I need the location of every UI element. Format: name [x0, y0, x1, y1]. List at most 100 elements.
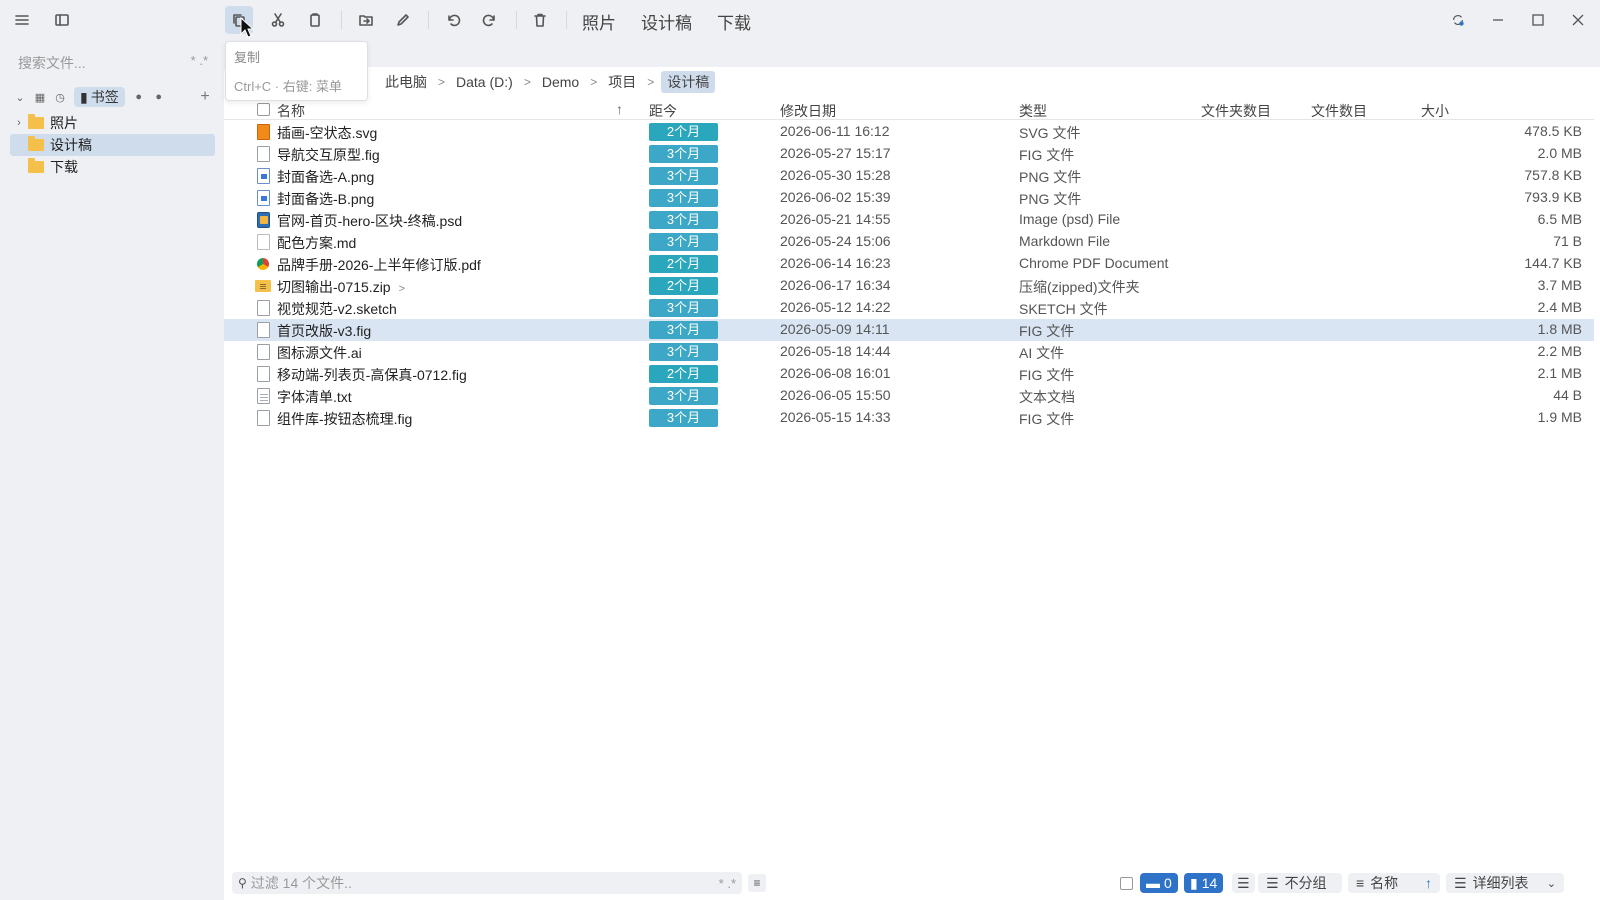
checkbox-icon[interactable]: [1120, 876, 1133, 890]
table-row[interactable]: 封面备选-B.png 3个月 2026-06-02 15:39 PNG 文件 793.9…: [224, 187, 1594, 209]
move-to-folder-button[interactable]: [352, 6, 380, 34]
table-row[interactable]: 组件库-按钮态梳理.fig 3个月 2026-05-15 14:33 FIG 文件 1.…: [224, 407, 1594, 429]
undo-button[interactable]: [439, 6, 467, 34]
file-name[interactable]: 插画-空状态.svg: [277, 123, 377, 143]
file-name[interactable]: 图标源文件.ai: [277, 343, 362, 363]
breadcrumb-current[interactable]: 设计稿: [661, 71, 716, 93]
column-header-size[interactable]: 大小: [1421, 101, 1449, 121]
sort-direction-icon[interactable]: ↑: [1425, 875, 1432, 891]
minimize-button[interactable]: [1484, 6, 1512, 34]
column-header-name[interactable]: 名称: [277, 101, 305, 121]
file-name[interactable]: 导航交互原型.fig: [277, 145, 380, 165]
select-mode-toggle[interactable]: [1120, 872, 1133, 894]
table-row[interactable]: 官网-首页-hero-区块-终稿.psd 3个月 2026-05-21 14:55 I…: [224, 209, 1594, 231]
table-row[interactable]: 移动端-列表页-高保真-0712.fig 2个月 2026-06-08 16:01 F…: [224, 363, 1594, 385]
quick-tab-design[interactable]: 设计稿: [641, 9, 692, 34]
expand-chevron-icon[interactable]: ›: [10, 117, 28, 129]
file-name[interactable]: 切图输出-0715.zip >: [277, 277, 405, 297]
table-row[interactable]: 配色方案.md 3个月 2026-05-24 15:06 Markdown File 7…: [224, 231, 1594, 253]
sync-status-icon[interactable]: [1444, 6, 1472, 34]
delete-button[interactable]: [526, 6, 554, 34]
file-name-text: 字体清单.txt: [277, 389, 352, 405]
table-row[interactable]: 封面备选-A.png 3个月 2026-05-30 15:28 PNG 文件 757.8…: [224, 165, 1594, 187]
filter-wildcard-toggle[interactable]: * .*: [719, 876, 736, 891]
file-type: Image (psd) File: [1019, 211, 1121, 227]
file-name[interactable]: 视觉规范-v2.sketch: [277, 299, 397, 319]
recent-clock-icon[interactable]: ◷: [50, 87, 70, 107]
collapse-chevron-icon[interactable]: ⌄: [10, 87, 30, 107]
file-name[interactable]: 封面备选-A.png: [277, 167, 374, 187]
select-all-checkbox[interactable]: [257, 103, 270, 116]
close-button[interactable]: [1564, 6, 1592, 34]
column-settings-button[interactable]: ☰: [1232, 872, 1255, 894]
image-file-icon: [257, 190, 270, 206]
group-by-button[interactable]: ☰ 不分组: [1258, 872, 1342, 894]
file-name[interactable]: 移动端-列表页-高保真-0712.fig: [277, 365, 467, 385]
rename-button[interactable]: [389, 6, 417, 34]
table-row[interactable]: 导航交互原型.fig 3个月 2026-05-27 15:17 FIG 文件 2.0 M…: [224, 143, 1594, 165]
breadcrumb-item[interactable]: 此电脑: [381, 72, 431, 92]
sidebar-toolbar: ⌄ ▦ ◷ ▮ 书签 ● ● +: [10, 86, 215, 108]
table-row[interactable]: 切图输出-0715.zip >2个月 2026-06-17 16:34 压缩(zipp…: [224, 275, 1594, 297]
pin-icon[interactable]: ●: [149, 87, 169, 107]
menu-icon[interactable]: [8, 6, 36, 34]
quick-tab-photos[interactable]: 照片: [582, 9, 616, 34]
search-wildcard-toggle[interactable]: * .*: [191, 53, 208, 73]
grid-view-icon[interactable]: ▦: [30, 87, 50, 107]
file-type: 压缩(zipped)文件夹: [1019, 279, 1140, 295]
breadcrumb-item[interactable]: Demo: [538, 74, 583, 90]
file-table-body: 插画-空状态.svg 2个月 2026-06-11 16:12 SVG 文件 478.5…: [224, 121, 1594, 429]
chevron-right-icon[interactable]: >: [399, 283, 405, 295]
file-name[interactable]: 字体清单.txt: [277, 387, 352, 407]
breadcrumb-item[interactable]: Data (D:): [452, 74, 517, 90]
filter-input[interactable]: 过滤 14 个文件..: [251, 873, 707, 893]
sort-by-button[interactable]: ≡ 名称 ↑: [1348, 872, 1440, 894]
list-options-icon[interactable]: ≡: [748, 874, 766, 892]
bookmarks-tab[interactable]: ▮ 书签: [74, 87, 125, 107]
table-row[interactable]: 图标源文件.ai 3个月 2026-05-18 14:44 AI 文件 2.2 MB: [224, 341, 1594, 363]
file-name[interactable]: 品牌手册-2026-上半年修订版.pdf: [277, 255, 481, 275]
breadcrumb-item[interactable]: 项目: [604, 72, 640, 92]
file-name-text: 插画-空状态.svg: [277, 125, 378, 141]
view-list-icon: ☰: [1454, 874, 1467, 891]
age-badge: 3个月: [649, 343, 718, 361]
column-header-folder-count[interactable]: 文件夹数目: [1201, 101, 1271, 121]
tree-item-photos[interactable]: › 照片: [10, 112, 215, 134]
toggle-sidebar-icon[interactable]: [48, 6, 76, 34]
filter-box[interactable]: ⚲ 过滤 14 个文件.. * .*: [232, 872, 742, 894]
table-row[interactable]: 品牌手册-2026-上半年修订版.pdf 2个月 2026-06-14 16:23 C…: [224, 253, 1594, 275]
paste-button[interactable]: [301, 6, 329, 34]
folder-count-badge[interactable]: ▬ 0: [1140, 872, 1178, 894]
file-name[interactable]: 配色方案.md: [277, 233, 356, 253]
file-size: 2.2 MB: [1537, 343, 1582, 359]
file-icon: [257, 410, 270, 426]
quick-tab-downloads[interactable]: 下载: [717, 9, 751, 34]
table-row[interactable]: 插画-空状态.svg 2个月 2026-06-11 16:12 SVG 文件 478.5…: [224, 121, 1594, 143]
table-row[interactable]: 视觉规范-v2.sketch 3个月 2026-05-12 14:22 SKETCH …: [224, 297, 1594, 319]
sidebar-search-input[interactable]: 搜索文件...: [18, 53, 181, 73]
file-name[interactable]: 封面备选-B.png: [277, 189, 374, 209]
column-header-file-count[interactable]: 文件数目: [1311, 101, 1367, 121]
maximize-button[interactable]: [1524, 6, 1552, 34]
sort-ascending-icon[interactable]: ↑: [616, 101, 623, 117]
tree-item-label: 设计稿: [50, 137, 92, 153]
file-count-badge[interactable]: ▮ 14: [1184, 872, 1224, 894]
file-name[interactable]: 官网-首页-hero-区块-终稿.psd: [277, 211, 462, 231]
column-header-age[interactable]: 距今: [649, 101, 677, 121]
group-icon: ☰: [1266, 874, 1279, 891]
column-header-type[interactable]: 类型: [1019, 101, 1047, 121]
tooltip-hint: Ctrl+C · 右键: 菜单: [234, 79, 342, 94]
tags-icon[interactable]: ●: [129, 87, 149, 107]
redo-button[interactable]: [476, 6, 504, 34]
column-header-modified[interactable]: 修改日期: [780, 101, 836, 121]
table-row[interactable]: 字体清单.txt 3个月 2026-06-05 15:50 文本文档 44 B: [224, 385, 1594, 407]
file-name[interactable]: 首页改版-v3.fig: [277, 321, 371, 341]
tree-item-downloads[interactable]: 下载: [10, 156, 215, 178]
cut-button[interactable]: [264, 6, 292, 34]
file-name[interactable]: 组件库-按钮态梳理.fig: [277, 409, 412, 429]
tree-item-design[interactable]: 设计稿: [10, 134, 215, 156]
add-bookmark-button[interactable]: +: [195, 87, 215, 107]
sidebar-search[interactable]: 搜索文件... * .*: [18, 53, 208, 73]
view-mode-button[interactable]: ☰ 详细列表 ⌄: [1446, 872, 1564, 894]
table-row[interactable]: 首页改版-v3.fig 3个月 2026-05-09 14:11 FIG 文件 1.8 …: [224, 319, 1594, 341]
